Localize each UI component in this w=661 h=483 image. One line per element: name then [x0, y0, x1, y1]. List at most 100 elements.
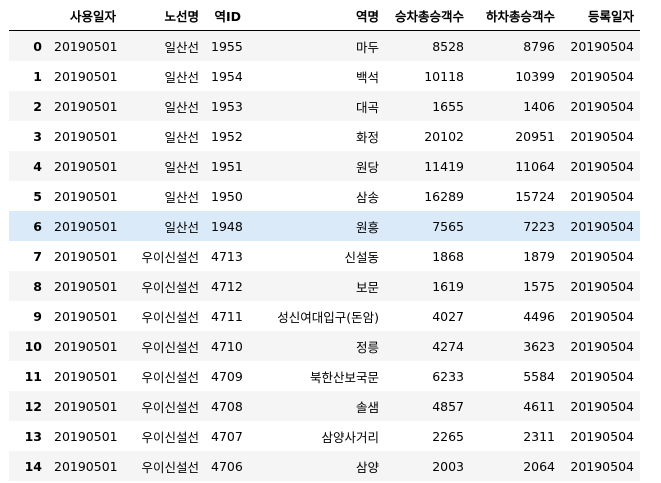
row-index: 3	[33, 128, 42, 144]
line-name-cell: 일산선	[164, 189, 199, 205]
station-id-cell: 1954	[211, 68, 243, 84]
row-index: 1	[33, 68, 42, 84]
registration-date-header: 등록일자	[561, 0, 640, 31]
table-row: 2 20190501 일산선 1953 대곡 1655 1406 20190504	[9, 91, 640, 121]
usage-date-cell: 20190501	[54, 458, 118, 474]
table-row: 12 20190501 우이신설선 4708 솔샘 4857 4611 20190504	[9, 391, 640, 421]
alighting-total-cell: 4611	[523, 398, 555, 414]
row-index: 11	[24, 368, 42, 384]
boarding-total-header: 승차총승객수	[385, 0, 470, 31]
usage-date-cell: 20190501	[54, 38, 118, 54]
station-name-cell: 삼양사거리	[321, 429, 379, 445]
usage-date-cell: 20190501	[54, 308, 118, 324]
row-index: 12	[24, 398, 42, 414]
table-row: 10 20190501 우이신설선 4710 정릉 4274 3623 20190504	[9, 331, 640, 361]
boarding-total-cell: 4857	[432, 398, 464, 414]
usage-date-cell: 20190501	[54, 68, 118, 84]
usage-date-cell: 20190501	[54, 428, 118, 444]
station-name-cell: 원당	[355, 159, 379, 175]
usage-date-cell: 20190501	[54, 248, 118, 264]
station-id-cell: 4713	[211, 248, 243, 264]
line-name-cell: 우이신설선	[141, 279, 199, 295]
station-name-cell: 성신여대입구(돈암)	[277, 309, 379, 325]
line-name-cell: 우이신설선	[141, 339, 199, 355]
table-row: 6 20190501 일산선 1948 원흥 7565 7223 20190504	[9, 211, 640, 241]
registration-date-cell: 20190504	[570, 368, 634, 384]
dataframe-output: 사용일자 노선명 역ID 역명 승차총승객수 하차총승객수 등록일자 0 20190501 일산…	[0, 0, 661, 483]
station-id-cell: 4712	[211, 278, 243, 294]
line-name-cell: 일산선	[164, 129, 199, 145]
boarding-total-cell: 7565	[432, 218, 464, 234]
registration-date-cell: 20190504	[570, 428, 634, 444]
registration-date-cell: 20190504	[570, 68, 634, 84]
header-row: 사용일자 노선명 역ID 역명 승차총승객수 하차총승객수 등록일자	[9, 0, 640, 31]
alighting-total-cell: 1406	[523, 98, 555, 114]
boarding-total-cell: 2003	[432, 458, 464, 474]
line-name-cell: 일산선	[164, 39, 199, 55]
station-name-cell: 북한산보국문	[309, 369, 379, 385]
registration-date-cell: 20190504	[570, 458, 634, 474]
station-name-cell: 백석	[355, 69, 379, 85]
station-id-cell: 4711	[211, 308, 243, 324]
boarding-total-cell: 1868	[432, 248, 464, 264]
row-index: 5	[33, 188, 42, 204]
table-body: 0 20190501 일산선 1955 마두 8528 8796 20190504 1 20190…	[9, 30, 640, 481]
alighting-total-header: 하차총승객수	[470, 0, 561, 31]
registration-date-cell: 20190504	[570, 338, 634, 354]
row-index: 0	[33, 38, 42, 54]
usage-date-cell: 20190501	[54, 398, 118, 414]
station-name-cell: 정릉	[355, 339, 379, 355]
line-name-cell: 우이신설선	[141, 249, 199, 265]
row-index: 13	[24, 428, 42, 444]
station-id-cell: 1953	[211, 98, 243, 114]
registration-date-cell: 20190504	[570, 38, 634, 54]
table-row: 9 20190501 우이신설선 4711 성신여대입구(돈암) 4027 4496 2019…	[9, 301, 640, 331]
alighting-total-cell: 11064	[515, 158, 555, 174]
alighting-total-cell: 5584	[523, 368, 555, 384]
row-index: 14	[24, 458, 42, 474]
usage-date-cell: 20190501	[54, 98, 118, 114]
alighting-total-cell: 20951	[515, 128, 555, 144]
usage-date-header: 사용일자	[48, 0, 122, 31]
boarding-total-cell: 10118	[424, 68, 464, 84]
line-name-cell: 일산선	[164, 99, 199, 115]
registration-date-cell: 20190504	[570, 98, 634, 114]
station-name-cell: 원흥	[355, 219, 379, 235]
boarding-total-cell: 4027	[432, 308, 464, 324]
table-row: 0 20190501 일산선 1955 마두 8528 8796 20190504	[9, 30, 640, 61]
alighting-total-cell: 7223	[523, 218, 555, 234]
table-row: 14 20190501 우이신설선 4706 삼양 2003 2064 20190504	[9, 451, 640, 481]
boarding-total-cell: 1619	[432, 278, 464, 294]
row-index: 8	[33, 278, 42, 294]
alighting-total-cell: 3623	[523, 338, 555, 354]
table-row: 3 20190501 일산선 1952 화정 20102 20951 20190504	[9, 121, 640, 151]
alighting-total-cell: 1575	[523, 278, 555, 294]
station-name-cell: 화정	[355, 129, 379, 145]
line-name-cell: 우이신설선	[141, 429, 199, 445]
alighting-total-cell: 2064	[523, 458, 555, 474]
station-id-cell: 4709	[211, 368, 243, 384]
line-name-cell: 일산선	[164, 159, 199, 175]
line-name-header: 노선명	[122, 0, 205, 31]
alighting-total-cell: 1879	[523, 248, 555, 264]
station-name-header: 역명	[247, 0, 385, 31]
usage-date-cell: 20190501	[54, 368, 118, 384]
alighting-total-cell: 15724	[515, 188, 555, 204]
alighting-total-cell: 4496	[523, 308, 555, 324]
row-index: 7	[33, 248, 42, 264]
line-name-cell: 우이신설선	[141, 399, 199, 415]
station-id-cell: 4707	[211, 428, 243, 444]
registration-date-cell: 20190504	[570, 248, 634, 264]
boarding-total-cell: 1655	[432, 98, 464, 114]
table-row: 8 20190501 우이신설선 4712 보문 1619 1575 20190504	[9, 271, 640, 301]
table-row: 13 20190501 우이신설선 4707 삼양사거리 2265 2311 20190504	[9, 421, 640, 451]
alighting-total-cell: 10399	[515, 68, 555, 84]
registration-date-cell: 20190504	[570, 278, 634, 294]
line-name-cell: 일산선	[164, 219, 199, 235]
station-name-cell: 마두	[355, 39, 379, 55]
boarding-total-cell: 4274	[432, 338, 464, 354]
alighting-total-cell: 8796	[523, 38, 555, 54]
line-name-cell: 우이신설선	[141, 459, 199, 475]
station-name-cell: 보문	[355, 279, 379, 295]
station-id-cell: 1955	[211, 38, 243, 54]
